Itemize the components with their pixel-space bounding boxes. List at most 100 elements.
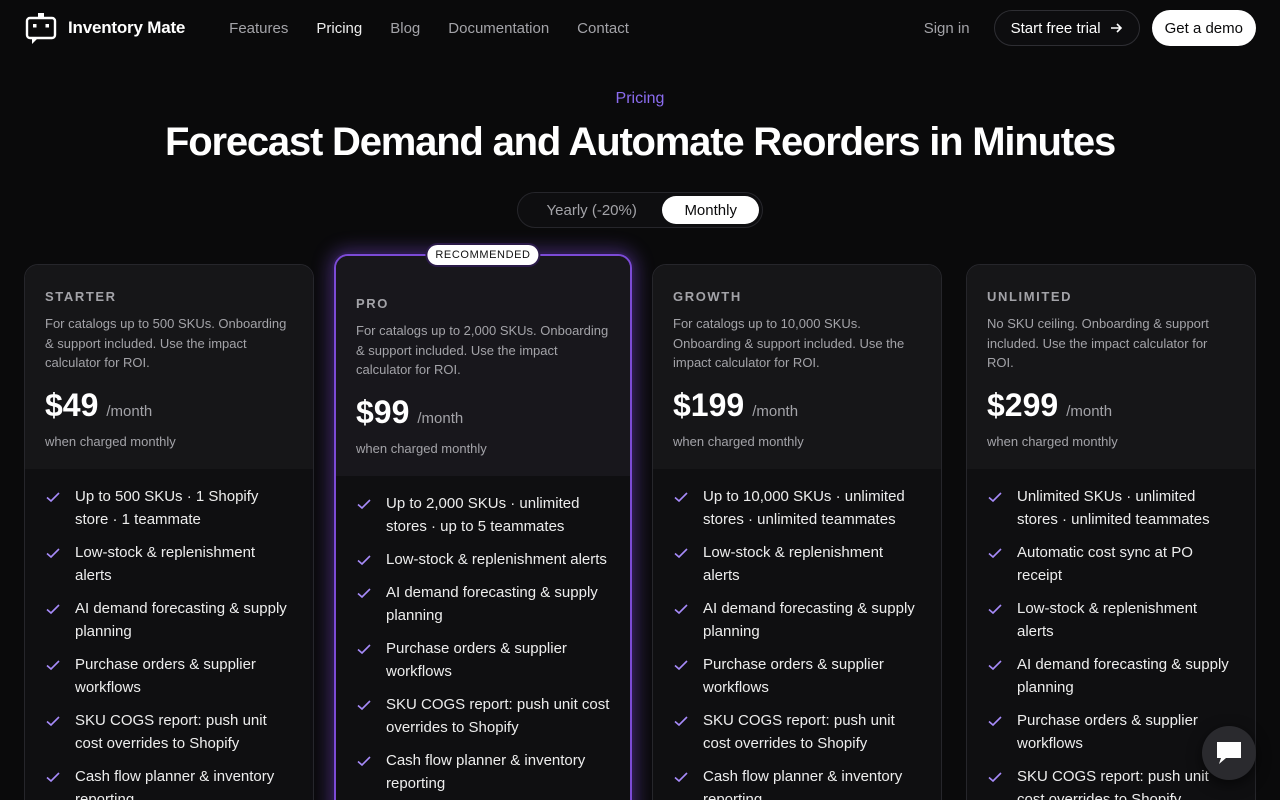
check-icon xyxy=(674,491,688,502)
feature-item: Purchase orders & supplier workflows xyxy=(987,709,1235,755)
plan-tier: STARTER xyxy=(45,289,117,304)
feature-item: SKU COGS report: push unit cost override… xyxy=(987,765,1235,800)
feature-item: Low-stock & replenishment alerts xyxy=(45,541,293,587)
chat-bubble-icon xyxy=(1217,742,1241,764)
plan-features: Up to 500 SKUs · 1 Shopify store · 1 tea… xyxy=(25,469,313,800)
plan-card-unlimited: UNLIMITED No SKU ceiling. Onboarding & s… xyxy=(966,264,1256,800)
feature-item: Purchase orders & supplier workflows xyxy=(45,653,293,699)
check-icon xyxy=(357,498,371,509)
check-icon xyxy=(46,603,60,614)
plan-price-row: $99 /month xyxy=(356,394,610,431)
brand[interactable]: Inventory Mate xyxy=(24,11,185,45)
feature-item: AI demand forecasting & supply planning xyxy=(356,581,610,627)
nav-link-features[interactable]: Features xyxy=(229,20,288,37)
feature-item: Low-stock & replenishment alerts xyxy=(673,541,921,587)
chat-widget-button[interactable] xyxy=(1202,726,1256,780)
plan-price-row: $299 /month xyxy=(987,387,1235,424)
nav-link-documentation[interactable]: Documentation xyxy=(448,20,549,37)
check-icon xyxy=(674,715,688,726)
check-icon xyxy=(988,547,1002,558)
plan-description: For catalogs up to 10,000 SKUs. Onboardi… xyxy=(673,316,905,370)
plan-description: For catalogs up to 500 SKUs. Onboarding … xyxy=(45,316,287,370)
feature-item: Automatic cost sync at PO receipt xyxy=(987,541,1235,587)
plan-header: PRO For catalogs up to 2,000 SKUs. Onboa… xyxy=(336,256,630,476)
plan-billing-note: when charged monthly xyxy=(987,433,1118,449)
nav-link-pricing[interactable]: Pricing xyxy=(316,20,362,37)
feature-item: Cash flow planner & inventory reporting xyxy=(45,765,293,800)
plan-period: /month xyxy=(417,409,464,427)
feature-item: Up to 10,000 SKUs · unlimited stores · u… xyxy=(673,485,921,531)
plan-billing-note: when charged monthly xyxy=(356,440,487,456)
plan-card-growth: GROWTH For catalogs up to 10,000 SKUs. O… xyxy=(652,264,942,800)
page-title: Forecast Demand and Automate Reorders in… xyxy=(165,120,1116,164)
plan-card-pro: RECOMMENDED PRO For catalogs up to 2,000… xyxy=(334,245,632,800)
pricing-eyebrow: Pricing xyxy=(615,90,665,107)
check-icon xyxy=(46,715,60,726)
plan-billing-note: when charged monthly xyxy=(673,433,804,449)
plan-price: $299 xyxy=(987,386,1059,423)
robot-logo-icon xyxy=(25,13,57,44)
plan-period: /month xyxy=(106,402,153,420)
check-icon xyxy=(46,659,60,670)
check-icon xyxy=(674,603,688,614)
top-nav: Inventory Mate Features Pricing Blog Doc… xyxy=(0,0,1280,56)
feature-item: SKU COGS report: push unit cost override… xyxy=(45,709,293,755)
plan-description: No SKU ceiling. Onboarding & support inc… xyxy=(987,316,1209,370)
arrow-right-icon xyxy=(1110,23,1122,33)
feature-item: SKU COGS report: push unit cost override… xyxy=(356,693,610,739)
check-icon xyxy=(357,587,371,598)
feature-item: Low-stock & replenishment alerts xyxy=(356,548,610,571)
plan-period: /month xyxy=(752,402,799,420)
feature-item: Unlimited SKUs · unlimited stores · unli… xyxy=(987,485,1235,531)
feature-item: Low-stock & replenishment alerts xyxy=(987,597,1235,643)
plan-price: $199 xyxy=(673,386,745,423)
plan-card-starter: STARTER For catalogs up to 500 SKUs. Onb… xyxy=(24,264,314,800)
check-icon xyxy=(988,659,1002,670)
start-free-trial-label: Start free trial xyxy=(1010,19,1101,37)
plan-features: Up to 2,000 SKUs · unlimited stores · up… xyxy=(336,476,630,795)
plan-period: /month xyxy=(1066,402,1113,420)
check-icon xyxy=(988,491,1002,502)
plan-billing-note: when charged monthly xyxy=(45,433,176,449)
billing-yearly-option[interactable]: Yearly (-20%) xyxy=(521,196,662,224)
nav-links: Features Pricing Blog Documentation Cont… xyxy=(229,20,629,37)
get-demo-button[interactable]: Get a demo xyxy=(1151,10,1256,46)
feature-item: Cash flow planner & inventory reporting xyxy=(356,749,610,795)
check-icon xyxy=(357,554,371,565)
billing-monthly-option[interactable]: Monthly xyxy=(662,196,759,224)
plan-price-row: $199 /month xyxy=(673,387,921,424)
check-icon xyxy=(357,755,371,766)
plan-tier: UNLIMITED xyxy=(987,289,1073,304)
sign-in-link[interactable]: Sign in xyxy=(924,20,970,37)
plan-price: $49 xyxy=(45,386,99,423)
nav-link-contact[interactable]: Contact xyxy=(577,20,629,37)
check-icon xyxy=(674,771,688,782)
plan-description: For catalogs up to 2,000 SKUs. Onboardin… xyxy=(356,323,609,377)
check-icon xyxy=(357,699,371,710)
nav-actions: Sign in Start free trial Get a demo xyxy=(924,10,1256,46)
check-icon xyxy=(988,771,1002,782)
feature-item: Cash flow planner & inventory reporting xyxy=(673,765,921,800)
plan-tier: PRO xyxy=(356,296,389,311)
nav-link-blog[interactable]: Blog xyxy=(390,20,420,37)
plan-features: Up to 10,000 SKUs · unlimited stores · u… xyxy=(653,469,941,800)
check-icon xyxy=(46,771,60,782)
feature-item: AI demand forecasting & supply planning xyxy=(45,597,293,643)
feature-item: Purchase orders & supplier workflows xyxy=(673,653,921,699)
plan-header: UNLIMITED No SKU ceiling. Onboarding & s… xyxy=(967,265,1255,469)
feature-item: Up to 2,000 SKUs · unlimited stores · up… xyxy=(356,492,610,538)
check-icon xyxy=(988,715,1002,726)
billing-toggle: Yearly (-20%) Monthly xyxy=(517,192,763,228)
feature-item: AI demand forecasting & supply planning xyxy=(673,597,921,643)
check-icon xyxy=(46,547,60,558)
feature-item: SKU COGS report: push unit cost override… xyxy=(673,709,921,755)
plan-header: GROWTH For catalogs up to 10,000 SKUs. O… xyxy=(653,265,941,469)
plan-price-row: $49 /month xyxy=(45,387,293,424)
check-icon xyxy=(357,643,371,654)
start-free-trial-button[interactable]: Start free trial xyxy=(993,10,1140,46)
recommended-badge: RECOMMENDED xyxy=(427,245,539,265)
check-icon xyxy=(46,491,60,502)
brand-name: Inventory Mate xyxy=(68,18,186,37)
check-icon xyxy=(674,659,688,670)
plan-header: STARTER For catalogs up to 500 SKUs. Onb… xyxy=(25,265,313,469)
